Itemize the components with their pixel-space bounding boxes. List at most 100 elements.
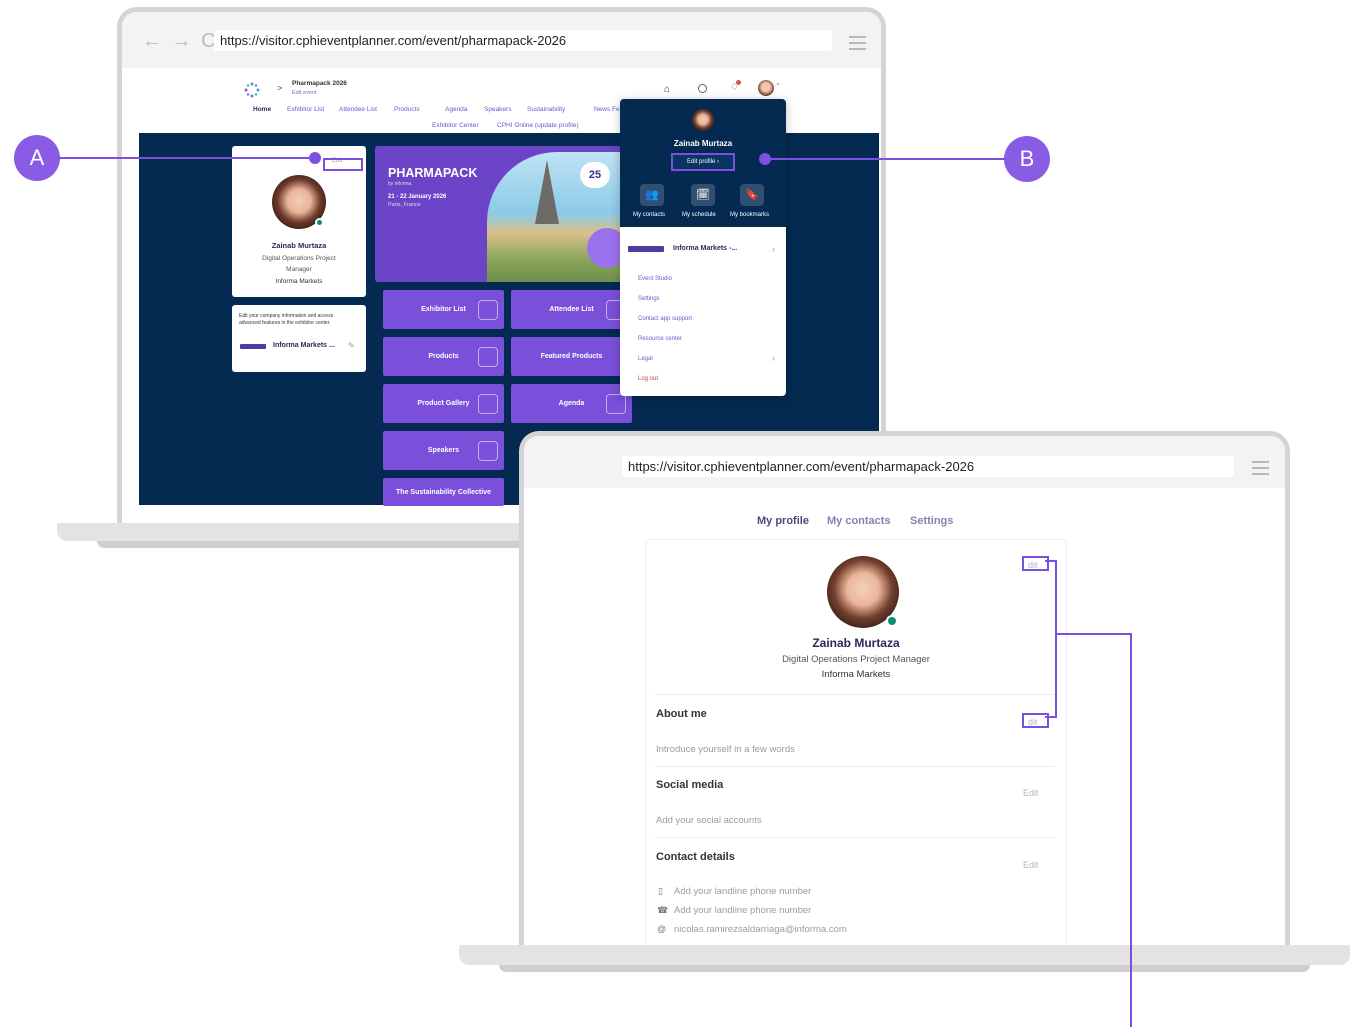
nav-attendee-list[interactable]: Attendee List: [339, 106, 377, 113]
tile-attendee-list[interactable]: Attendee List: [511, 290, 632, 329]
browser-menu-icon[interactable]: [849, 36, 866, 54]
profile-name: Zainab Murtaza: [271, 241, 327, 250]
nav-products[interactable]: Products: [394, 106, 420, 113]
tile-featured-products[interactable]: Featured Products: [511, 337, 632, 376]
email-icon: @: [657, 924, 667, 934]
eiffel-tower-icon: [535, 160, 559, 224]
nav-exhibitor-list[interactable]: Exhibitor List: [287, 106, 324, 113]
tab-my-profile[interactable]: My profile: [757, 515, 809, 527]
connector-bottom-stub: [1045, 716, 1057, 718]
edit-profile-button[interactable]: Edit profile ›: [671, 153, 735, 171]
tile-exhibitor-list[interactable]: Exhibitor List: [383, 290, 504, 329]
dd-legal[interactable]: Legal: [626, 356, 653, 362]
hero-badge: 25: [580, 162, 610, 188]
profile-role-line1: Digital Operations Project: [262, 255, 336, 262]
my-bookmarks-button[interactable]: 🔖: [740, 184, 764, 206]
divider-1: [655, 694, 1055, 695]
profile-role-line2: Manager: [286, 266, 312, 273]
tile-label: Exhibitor List: [421, 306, 466, 313]
chevron-right-icon: ›: [717, 159, 720, 165]
connector-vertical-short: [1055, 560, 1057, 718]
nav-speakers[interactable]: Speakers: [484, 106, 511, 113]
dd-settings[interactable]: Settings: [626, 296, 660, 302]
contact-line-2[interactable]: Add your landline phone number: [674, 905, 811, 916]
speakers-icon: [478, 440, 498, 461]
callout-a: A: [14, 135, 60, 181]
callout-b-line: [766, 158, 1006, 160]
about-me-title: About me: [656, 708, 707, 720]
divider-2: [655, 766, 1055, 767]
address-bar-2[interactable]: https://visitor.cphieventplanner.com/eve…: [622, 456, 1234, 477]
products-icon: [478, 346, 498, 367]
callout-b: B: [1004, 136, 1050, 182]
profile-company-large: Informa Markets: [821, 669, 891, 680]
contact-line-1[interactable]: Add your landline phone number: [674, 886, 811, 897]
nav-agenda[interactable]: Agenda: [445, 106, 467, 113]
tile-sustainability[interactable]: The Sustainability Collective: [383, 478, 504, 506]
highlight-edit-a: [323, 158, 363, 171]
browser-menu-icon-2[interactable]: [1252, 461, 1269, 479]
breadcrumb-title[interactable]: Pharmapack 2026: [292, 80, 347, 87]
event-logo-icon[interactable]: [244, 82, 260, 98]
connector-top-stub: [1045, 560, 1057, 562]
tab-settings[interactable]: Settings: [910, 515, 953, 527]
nav-exhibitor-center[interactable]: Exhibitor Center: [432, 122, 479, 129]
legal-chevron-icon: ›: [772, 353, 775, 363]
home-icon[interactable]: ⌂: [664, 84, 670, 95]
profile-role-large: Digital Operations Project Manager: [782, 654, 930, 665]
my-contacts-button[interactable]: 👥: [640, 184, 664, 206]
exhibitor-card-text-1: Edit your company information and access: [239, 313, 334, 319]
dropdown-company[interactable]: Informa Markets -...: [673, 245, 737, 252]
breadcrumb-chevron-icon: >: [277, 83, 283, 93]
tile-agenda[interactable]: Agenda: [511, 384, 632, 423]
tab-my-contacts[interactable]: My contacts: [827, 515, 891, 527]
laptop-2-base: [459, 945, 1350, 972]
address-bar[interactable]: https://visitor.cphieventplanner.com/eve…: [214, 30, 832, 51]
browser-nav-arrows-icon[interactable]: ← → C: [142, 30, 218, 53]
my-schedule-label: My schedule: [682, 212, 716, 218]
dropdown-avatar: [692, 109, 714, 131]
breadcrumb-sub[interactable]: Edit event: [292, 90, 316, 96]
tile-label: Products: [428, 353, 459, 360]
chat-icon[interactable]: [698, 84, 707, 93]
exhibitor-company[interactable]: Informa Markets ...: [273, 342, 335, 349]
tile-product-gallery[interactable]: Product Gallery: [383, 384, 504, 423]
tile-label: Attendee List: [549, 306, 594, 313]
tile-products[interactable]: Products: [383, 337, 504, 376]
my-schedule-button[interactable]: 🗓: [691, 184, 715, 206]
dd-contact-support[interactable]: Contact app support: [626, 316, 692, 322]
dd-log-out[interactable]: Log out: [626, 376, 658, 382]
hero-city: Paris, France: [388, 202, 421, 208]
hero-dates: 21 - 22 January 2026: [388, 194, 447, 200]
social-media-edit[interactable]: Edit: [1023, 788, 1039, 798]
landline-phone-icon: ☎: [657, 905, 669, 915]
social-media-placeholder[interactable]: Add your social accounts: [656, 815, 762, 826]
exhibitor-card-text-2: advanced features in the exhibitor cente…: [239, 320, 331, 326]
nav-news[interactable]: News Fe: [594, 106, 620, 113]
dropdown-company-chevron-icon[interactable]: ›: [772, 244, 775, 254]
header-avatar[interactable]: [758, 80, 774, 96]
social-media-title: Social media: [656, 779, 724, 791]
notification-badge: [736, 80, 741, 85]
my-bookmarks-label: My bookmarks: [730, 212, 770, 218]
agenda-icon: [606, 393, 626, 414]
exhibitor-edit-icon[interactable]: ✎: [348, 341, 355, 350]
tile-label: Product Gallery: [417, 400, 470, 407]
dd-resource-center[interactable]: Resource center: [626, 336, 682, 342]
tile-label: Agenda: [558, 400, 585, 407]
callout-a-line: [58, 157, 314, 159]
my-contacts-label: My contacts: [633, 212, 666, 218]
nav-home[interactable]: Home: [253, 106, 271, 113]
online-status-dot-large: [886, 615, 898, 627]
nav-sustainability[interactable]: Sustainability: [527, 106, 565, 113]
contact-details-edit[interactable]: Edit: [1023, 860, 1039, 870]
dd-event-studio[interactable]: Event Studio: [626, 276, 672, 282]
callout-a-dot: [309, 152, 321, 164]
contact-line-3[interactable]: nicolas.ramirezsaldarriaga@informa.com: [674, 924, 847, 935]
dropdown-company-logo: [628, 246, 664, 252]
about-me-placeholder[interactable]: Introduce yourself in a few words: [656, 744, 795, 755]
tile-speakers[interactable]: Speakers: [383, 431, 504, 470]
header-avatar-chevron-icon[interactable]: ⌃: [775, 82, 781, 90]
product-gallery-icon: [478, 393, 498, 414]
nav-cphi-online[interactable]: CPHI Online (update profile): [497, 122, 579, 129]
